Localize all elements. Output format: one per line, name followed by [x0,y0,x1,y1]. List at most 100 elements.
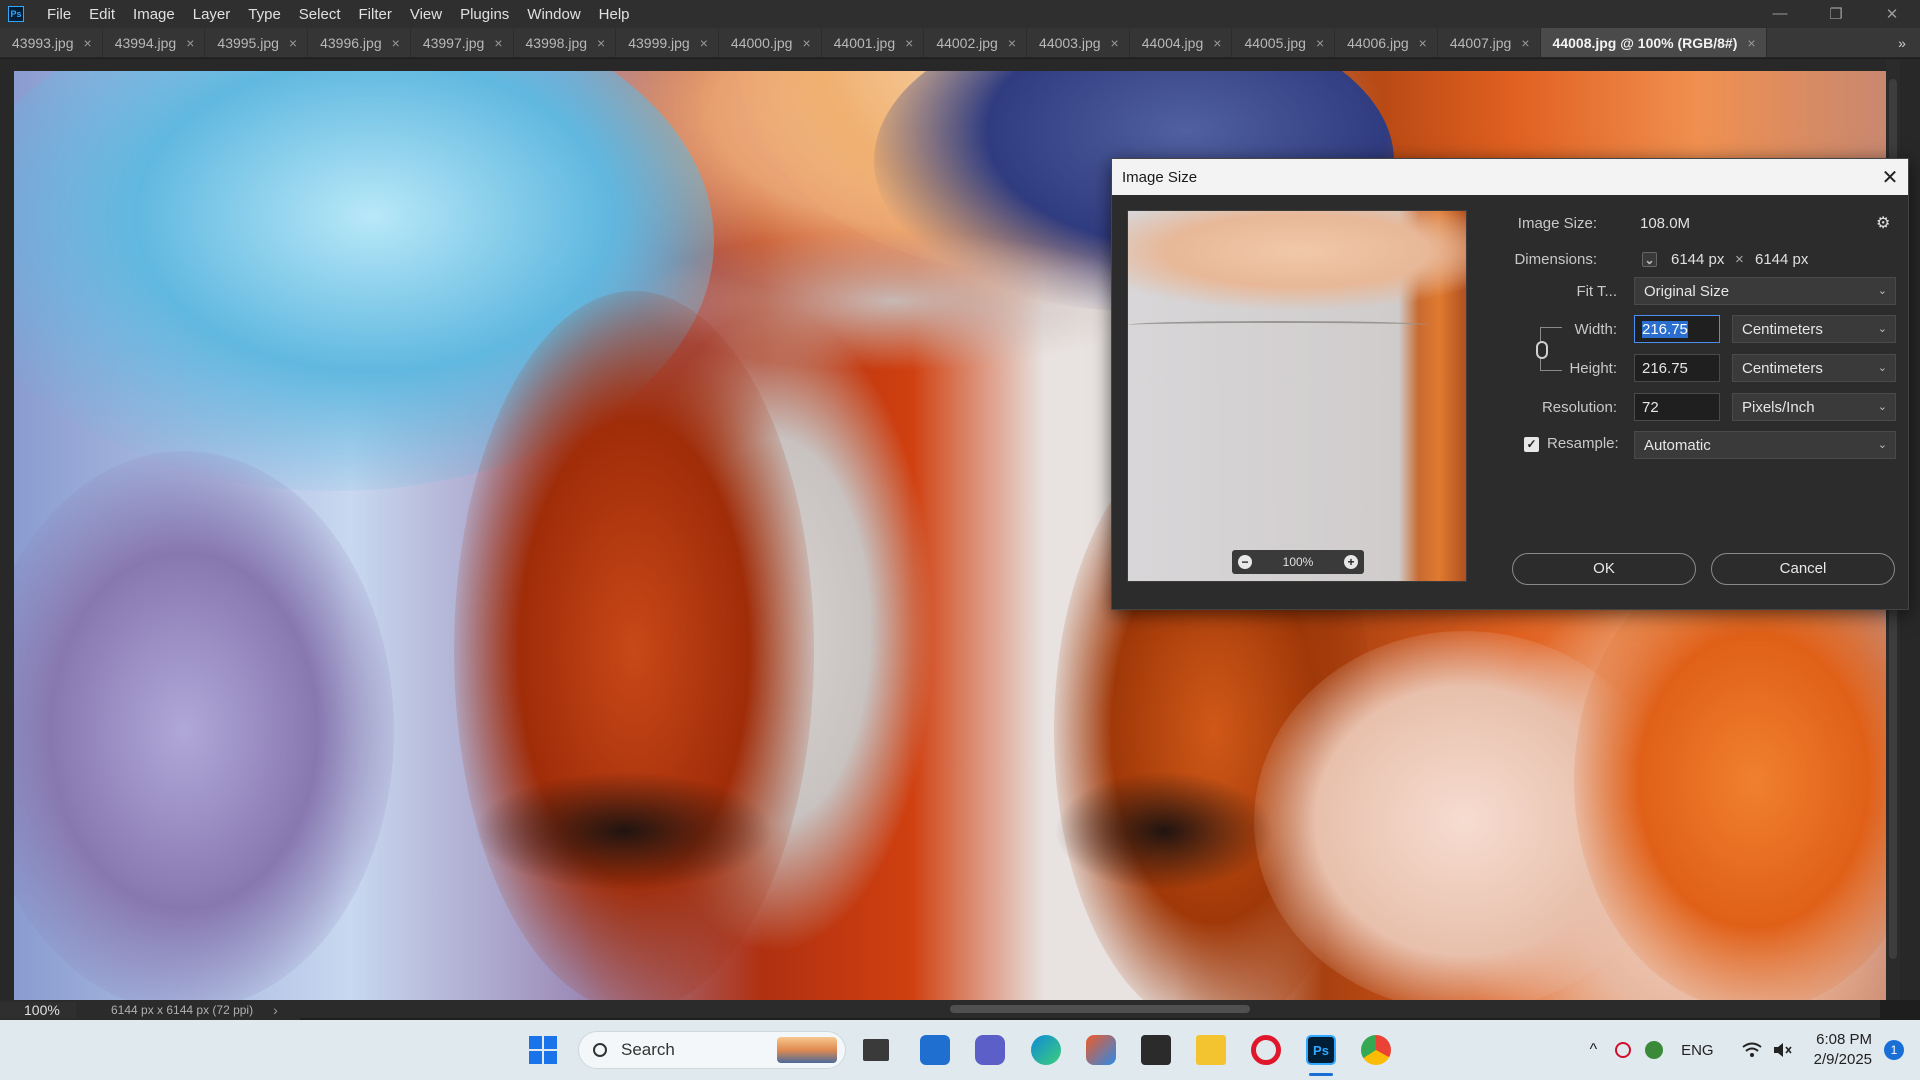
document-tab[interactable]: 44003.jpg × [1027,28,1130,57]
document-tab[interactable]: 44006.jpg × [1335,28,1438,57]
menu-bar: Ps File Edit Image Layer Type Select Fil… [0,0,1920,28]
wifi-icon[interactable] [1741,1042,1762,1058]
tab-close-icon[interactable]: × [1419,35,1427,51]
height-input[interactable]: 216.75 [1634,354,1720,382]
tab-label: 43993.jpg [12,34,74,51]
document-tab[interactable]: 44005.jpg × [1232,28,1336,57]
notification-badge[interactable]: 1 [1884,1040,1904,1060]
menu-edit[interactable]: Edit [80,6,124,23]
tray-overflow-icon[interactable]: ^ [1590,1041,1598,1059]
document-tab-active[interactable]: 44008.jpg @ 100% (RGB/8#) × [1540,28,1767,57]
tab-close-icon[interactable]: × [905,35,913,51]
network-globe-icon[interactable] [1645,1041,1664,1059]
task-view-icon[interactable] [863,1039,889,1061]
menu-image[interactable]: Image [124,6,184,23]
edge-browser-icon[interactable] [1031,1035,1061,1065]
menu-file[interactable]: File [38,6,80,23]
tab-close-icon[interactable]: × [1521,35,1529,51]
tab-close-icon[interactable]: × [289,35,297,51]
tab-overflow-icon[interactable]: » [1884,28,1920,57]
vpn-icon[interactable] [1615,1042,1632,1058]
fit-to-label: Fit T... [1576,283,1617,300]
document-tab[interactable]: 44001.jpg × [821,28,925,57]
status-menu-arrow-icon[interactable]: › [273,1002,278,1018]
menu-filter[interactable]: Filter [350,6,401,23]
height-unit-select[interactable]: Centimeters ⌄ [1732,354,1896,382]
resample-select[interactable]: Automatic ⌄ [1634,431,1896,459]
document-tab[interactable]: 44004.jpg × [1129,28,1233,57]
chrome-browser-icon[interactable] [1361,1035,1391,1065]
menu-view[interactable]: View [401,6,451,23]
document-tab[interactable]: 44007.jpg × [1437,28,1541,57]
copilot-icon[interactable] [1086,1035,1116,1065]
document-tab[interactable]: 44002.jpg × [924,28,1028,57]
document-tab[interactable]: 43999.jpg × [616,28,719,57]
resolution-input[interactable]: 72 [1634,393,1720,421]
tab-close-icon[interactable]: × [1111,35,1119,51]
opera-browser-icon[interactable] [1251,1035,1281,1065]
menu-type[interactable]: Type [239,6,290,23]
document-tab[interactable]: 43997.jpg × [410,28,514,57]
menu-plugins[interactable]: Plugins [451,6,518,23]
volume-muted-icon[interactable] [1772,1042,1792,1058]
teams-chat-icon[interactable] [975,1035,1005,1065]
horizontal-scrollbar[interactable] [300,1000,1880,1018]
dimensions-height: 6144 px [1755,251,1809,268]
tab-close-icon[interactable]: × [392,35,400,51]
zoom-out-icon[interactable]: − [1238,555,1252,569]
width-unit-value: Centimeters [1742,321,1823,338]
document-tab[interactable]: 43996.jpg × [308,28,411,57]
tab-close-icon[interactable]: × [1213,35,1221,51]
zoom-in-icon[interactable]: + [1343,555,1358,569]
dialog-titlebar: Image Size ✕ [1112,159,1908,195]
width-unit-select[interactable]: Centimeters ⌄ [1732,315,1896,343]
document-tab[interactable]: 44000.jpg × [718,28,822,57]
menu-window[interactable]: Window [518,6,589,23]
resolution-unit-select[interactable]: Pixels/Inch ⌄ [1732,393,1896,421]
tab-close-icon[interactable]: × [597,35,605,51]
widgets-icon[interactable] [920,1035,950,1065]
menu-layer[interactable]: Layer [184,6,240,23]
preview-zoom-level: 100% [1282,555,1314,569]
language-indicator[interactable]: ENG [1681,1042,1714,1059]
settings-gear-icon[interactable]: ⚙ [1876,213,1890,233]
close-icon[interactable]: ✕ [1864,5,1920,23]
tab-close-icon[interactable]: × [494,35,502,51]
image-preview[interactable]: − 100% + [1127,210,1467,582]
tab-close-icon[interactable]: × [1008,35,1016,51]
document-tab[interactable]: 43994.jpg × [102,28,206,57]
menu-help[interactable]: Help [590,6,639,23]
taskbar-search-box[interactable]: Search [578,1031,846,1069]
minimize-icon[interactable]: — [1752,5,1808,23]
document-tab[interactable]: 43998.jpg × [513,28,617,57]
resample-checkbox[interactable]: ✓ [1524,437,1539,452]
tab-close-icon[interactable]: × [700,35,708,51]
tab-close-icon[interactable]: × [84,35,92,51]
fit-to-select[interactable]: Original Size ⌄ [1634,277,1896,305]
tab-close-icon[interactable]: × [802,35,810,51]
microsoft-store-icon[interactable] [1141,1035,1171,1065]
dimensions-times: × [1735,251,1744,268]
horizontal-scroll-thumb[interactable] [950,1005,1250,1013]
ok-button[interactable]: OK [1512,553,1696,585]
document-tab[interactable]: 43995.jpg × [205,28,309,57]
tab-close-icon[interactable]: × [1316,35,1324,51]
windows-start-icon[interactable] [528,1035,558,1065]
dimensions-dropdown-icon[interactable]: ⌄ [1642,252,1657,267]
photoshop-taskbar-icon[interactable]: Ps [1306,1035,1336,1065]
constrain-link-icon[interactable] [1536,341,1548,359]
file-explorer-icon[interactable] [1196,1035,1226,1065]
width-input[interactable]: 216.75 [1634,315,1720,343]
tab-label: 44006.jpg [1347,34,1409,51]
height-value: 216.75 [1642,360,1688,377]
menu-select[interactable]: Select [290,6,350,23]
cancel-button[interactable]: Cancel [1711,553,1895,585]
zoom-level[interactable]: 100% [0,1002,76,1018]
tab-close-icon[interactable]: × [1747,35,1755,51]
system-clock[interactable]: 6:08 PM 2/9/2025 [1814,1030,1872,1070]
restore-icon[interactable]: ❐ [1808,5,1864,23]
tab-close-icon[interactable]: × [186,35,194,51]
dialog-close-icon[interactable]: ✕ [1872,165,1908,190]
document-tab[interactable]: 43993.jpg × [0,28,103,57]
active-app-indicator [1309,1073,1333,1076]
